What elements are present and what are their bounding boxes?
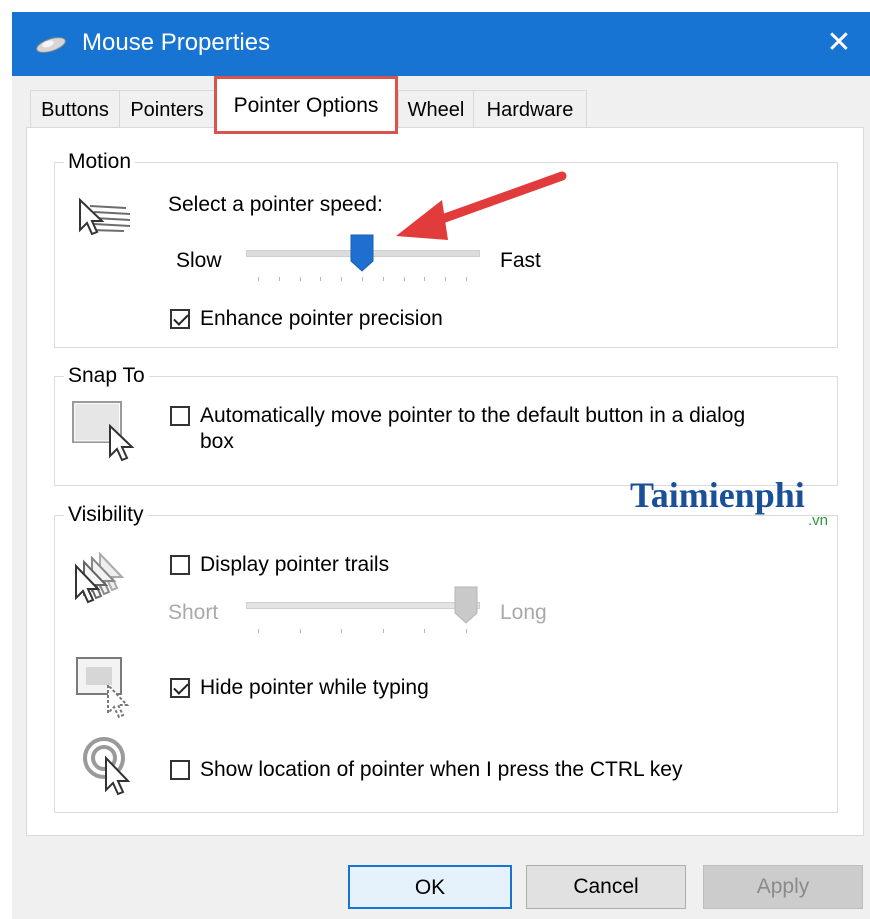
pointer-trails-icon <box>72 550 138 611</box>
mouse-app-icon <box>34 36 68 59</box>
slider-tick <box>278 277 280 281</box>
slider-tick <box>299 277 301 281</box>
trails-slider-thumb[interactable] <box>454 586 478 629</box>
title-bar[interactable]: Mouse Properties ✕ <box>12 12 870 76</box>
tab-hardware[interactable]: Hardware <box>473 90 587 129</box>
auto-move-label-line1: Automatically move pointer to the defaul… <box>200 404 746 427</box>
ctrl-location-label: Show location of pointer when I press th… <box>200 758 683 781</box>
slider-tick <box>424 277 426 281</box>
hide-pointer-label: Hide pointer while typing <box>200 676 429 699</box>
slider-tick <box>258 277 259 281</box>
pointer-location-icon <box>82 736 140 803</box>
tab-wheel[interactable]: Wheel <box>398 90 474 129</box>
pointer-trails-checkbox[interactable] <box>170 555 190 575</box>
snap-to-group <box>54 376 838 486</box>
tab-pointers[interactable]: Pointers <box>119 90 215 129</box>
pointer-speed-label: Select a pointer speed: <box>168 193 383 216</box>
motion-legend: Motion <box>64 150 136 174</box>
fast-label: Fast <box>500 249 541 272</box>
slider-tick <box>403 277 405 281</box>
visibility-legend: Visibility <box>64 503 148 527</box>
cancel-button[interactable]: Cancel <box>526 865 686 909</box>
slider-tick <box>258 629 259 633</box>
auto-move-checkbox[interactable] <box>170 406 190 426</box>
watermark-suffix: .vn <box>808 512 829 529</box>
hide-pointer-icon <box>74 655 136 724</box>
slider-tick <box>320 277 322 281</box>
tab-pointer-options[interactable]: Pointer Options <box>214 76 398 134</box>
hide-pointer-checkbox[interactable] <box>170 678 190 698</box>
pointer-speed-icon <box>76 196 132 249</box>
speed-slider-thumb[interactable] <box>350 234 374 277</box>
slider-tick <box>299 629 301 633</box>
short-label: Short <box>168 601 219 624</box>
slow-label: Slow <box>176 249 222 272</box>
trails-slider-track[interactable] <box>246 602 480 609</box>
tab-buttons[interactable]: Buttons <box>30 90 120 129</box>
slider-tick <box>362 277 363 281</box>
slider-tick <box>424 629 426 633</box>
slider-tick <box>382 277 384 281</box>
slider-tick <box>466 629 467 633</box>
speed-slider-ticks <box>246 277 478 283</box>
ok-button[interactable]: OK <box>348 865 512 909</box>
watermark-logo: Taimienphi <box>630 474 805 516</box>
slider-tick <box>445 277 447 281</box>
slider-tick <box>341 629 343 633</box>
pointer-trails-label: Display pointer trails <box>200 553 390 576</box>
slider-tick <box>341 277 343 281</box>
apply-button[interactable]: Apply <box>703 865 863 909</box>
enhance-precision-label: Enhance pointer precision <box>200 307 443 330</box>
enhance-precision-checkbox[interactable] <box>170 309 190 329</box>
slider-tick <box>466 277 467 281</box>
red-arrow-annotation <box>390 164 570 251</box>
long-label: Long <box>500 601 547 624</box>
ctrl-location-checkbox[interactable] <box>170 760 190 780</box>
close-icon[interactable]: ✕ <box>822 26 856 60</box>
snap-to-icon <box>70 398 136 469</box>
slider-tick <box>382 629 384 633</box>
window-title: Mouse Properties <box>82 29 271 56</box>
watermark-brand: Taimienphi <box>630 475 805 515</box>
trails-slider-ticks <box>246 629 478 635</box>
snap-to-legend: Snap To <box>64 364 149 388</box>
auto-move-label-line2: box <box>200 430 234 453</box>
